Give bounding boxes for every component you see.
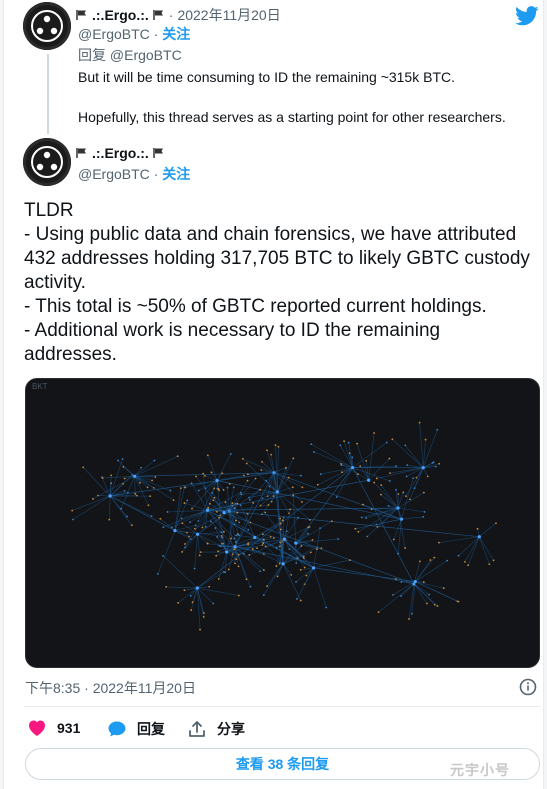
flag-icon bbox=[76, 148, 86, 158]
author-line: .:.Ergo.:. · 2022年11月20日 bbox=[76, 5, 281, 25]
author-display-name[interactable]: .:.Ergo.:. bbox=[92, 145, 149, 161]
avatar[interactable] bbox=[23, 138, 71, 186]
flag-icon bbox=[76, 10, 86, 20]
tweet-card: .:.Ergo.:. · 2022年11月20日 @ErgoBTC · 关注 回… bbox=[3, 0, 544, 789]
reply-text-line-1: But it will be time consuming to ID the … bbox=[78, 69, 456, 85]
handle-line: @ErgoBTC · 关注 bbox=[78, 164, 190, 184]
reply-bubble-icon[interactable] bbox=[107, 720, 127, 738]
thread-connector-line bbox=[47, 54, 49, 134]
ergo-logo-icon bbox=[31, 146, 63, 178]
author-handle[interactable]: @ErgoBTC bbox=[78, 166, 150, 182]
heart-icon[interactable] bbox=[27, 719, 47, 737]
info-icon[interactable] bbox=[519, 678, 537, 696]
tweet-date[interactable]: 2022年11月20日 bbox=[177, 5, 280, 25]
follow-button[interactable]: 关注 bbox=[162, 166, 190, 182]
author-line: .:.Ergo.:. bbox=[76, 145, 165, 161]
reply-to-label: 回复 bbox=[78, 47, 106, 63]
handle-line: @ErgoBTC · 关注 bbox=[78, 24, 190, 44]
separator-dot: · bbox=[168, 7, 174, 23]
reply-label: 回复 bbox=[137, 721, 165, 737]
follow-button[interactable]: 关注 bbox=[162, 26, 190, 42]
network-graph bbox=[71, 421, 497, 631]
flag-icon bbox=[153, 10, 163, 20]
like-action[interactable]: 931 bbox=[27, 719, 80, 737]
author-handle[interactable]: @ErgoBTC bbox=[78, 26, 150, 42]
separator-dot: · bbox=[153, 26, 163, 42]
reply-text-line-2: Hopefully, this thread serves as a start… bbox=[78, 109, 506, 125]
divider bbox=[24, 706, 540, 707]
avatar[interactable] bbox=[23, 2, 71, 50]
share-icon[interactable] bbox=[187, 720, 207, 738]
twitter-logo-icon[interactable] bbox=[515, 6, 539, 26]
flag-icon bbox=[153, 148, 163, 158]
tweet-image-network-graph[interactable]: BKT bbox=[25, 378, 540, 668]
separator-dot: · bbox=[153, 166, 163, 182]
reply-action[interactable]: 回复 bbox=[107, 719, 165, 739]
watermark-logo-text: 元宇小号 bbox=[450, 762, 510, 778]
ergo-logo-icon bbox=[31, 10, 63, 42]
like-count: 931 bbox=[57, 720, 81, 736]
tweet-timestamp[interactable]: 下午8:35 · 2022年11月20日 bbox=[25, 678, 196, 698]
tweet-text: TLDR - Using public data and chain foren… bbox=[24, 200, 530, 365]
author-display-name[interactable]: .:.Ergo.:. bbox=[92, 7, 149, 23]
replying-to: 回复 @ErgoBTC bbox=[78, 45, 182, 65]
reply-to-handle[interactable]: @ErgoBTC bbox=[110, 47, 182, 63]
share-action[interactable]: 分享 bbox=[187, 719, 245, 739]
share-label: 分享 bbox=[217, 721, 245, 737]
